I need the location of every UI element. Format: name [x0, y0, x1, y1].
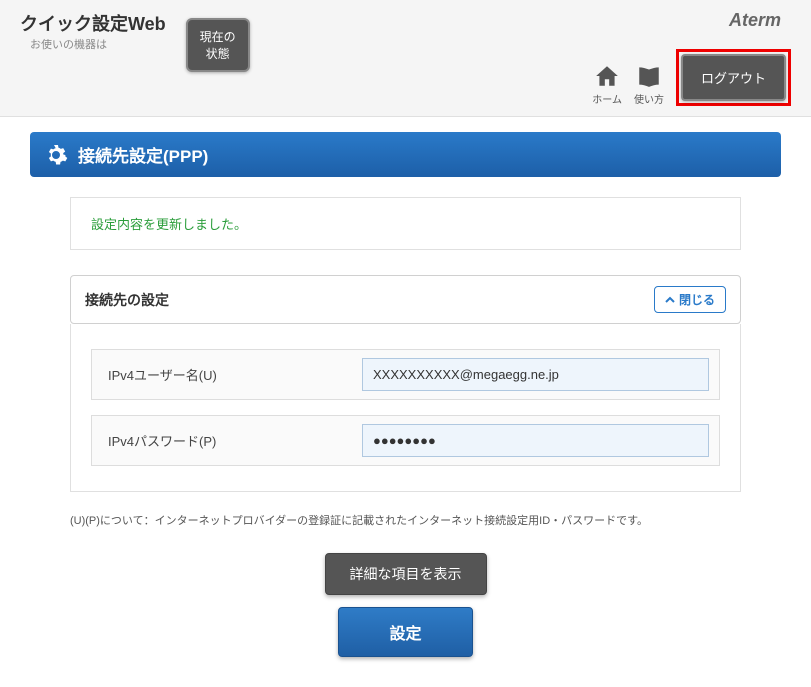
home-label: ホーム — [592, 91, 622, 106]
content: 接続先設定(PPP) 設定内容を更新しました。 接続先の設定 閉じる IPv4ユ… — [0, 132, 811, 687]
logout-highlight: ログアウト — [676, 49, 791, 106]
form-section: IPv4ユーザー名(U) IPv4パスワード(P) — [70, 324, 741, 492]
submit-button[interactable]: 設定 — [338, 607, 472, 657]
username-input[interactable] — [362, 358, 709, 391]
status-message-box: 設定内容を更新しました。 — [70, 197, 741, 250]
logout-button[interactable]: ログアウト — [681, 54, 786, 101]
username-label: IPv4ユーザー名(U) — [92, 351, 352, 398]
action-buttons: 詳細な項目を表示 設定 — [30, 553, 781, 657]
header-right: Aterm ホーム 使い方 ログアウト — [592, 10, 791, 106]
brand-logo: Aterm — [729, 10, 781, 31]
app-title: クイック設定Web — [20, 10, 166, 36]
current-status-button[interactable]: 現在の 状態 — [186, 18, 250, 72]
form-note: (U)(P)について：インターネットプロバイダーの登録証に記載されたインターネッ… — [70, 512, 741, 528]
username-row: IPv4ユーザー名(U) — [91, 349, 720, 400]
guide-label: 使い方 — [634, 91, 664, 106]
header: クイック設定Web お使いの機器は 現在の 状態 Aterm ホーム 使い方 ロ… — [0, 0, 811, 117]
panel-title: 接続先の設定 — [85, 290, 169, 310]
chevron-up-icon — [665, 295, 675, 305]
device-subtitle: お使いの機器は — [30, 36, 166, 52]
book-icon — [635, 63, 663, 89]
password-label: IPv4パスワード(P) — [92, 417, 352, 464]
home-icon — [593, 63, 621, 89]
header-left: クイック設定Web お使いの機器は 現在の 状態 — [20, 10, 250, 72]
page-title-bar: 接続先設定(PPP) — [30, 132, 781, 177]
connection-panel: 接続先の設定 閉じる IPv4ユーザー名(U) IPv4パスワード(P) — [70, 275, 741, 492]
password-input[interactable] — [362, 424, 709, 457]
password-row: IPv4パスワード(P) — [91, 415, 720, 466]
detail-button[interactable]: 詳細な項目を表示 — [325, 553, 487, 595]
page-title: 接続先設定(PPP) — [78, 142, 208, 167]
panel-close-button[interactable]: 閉じる — [654, 286, 726, 313]
status-message: 設定内容を更新しました。 — [91, 214, 720, 233]
title-block: クイック設定Web お使いの機器は — [20, 10, 166, 52]
close-label: 閉じる — [679, 291, 715, 308]
gear-icon — [44, 143, 68, 167]
guide-nav[interactable]: 使い方 — [634, 63, 664, 106]
panel-header: 接続先の設定 閉じる — [70, 275, 741, 324]
home-nav[interactable]: ホーム — [592, 63, 622, 106]
